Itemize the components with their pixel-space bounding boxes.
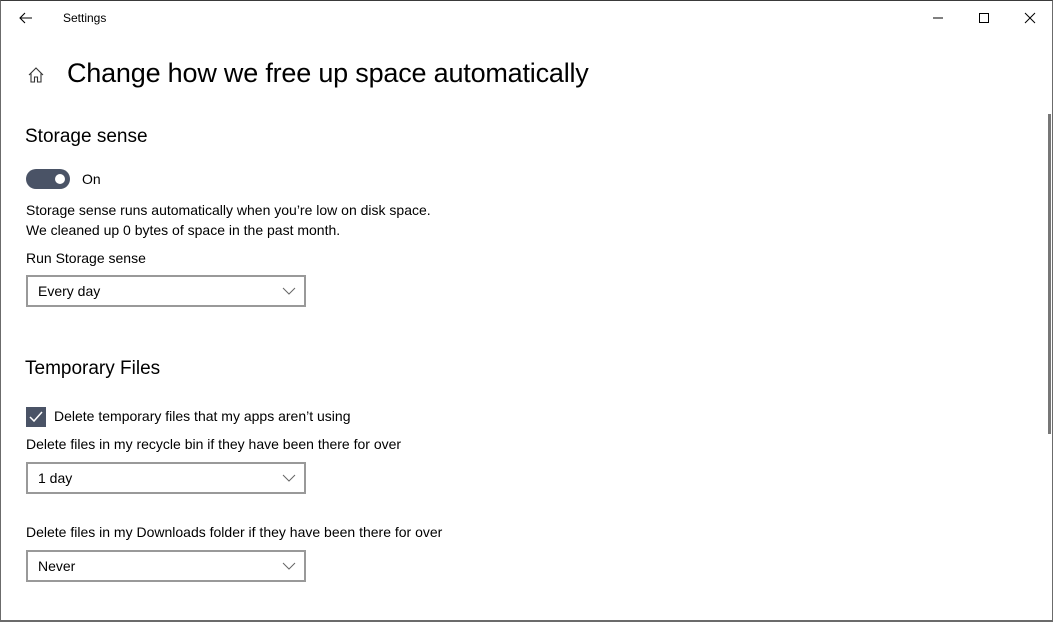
downloads-dropdown[interactable]: Never — [26, 550, 306, 582]
dropdown-value: Every day — [38, 283, 101, 299]
checkmark-icon — [29, 411, 43, 423]
delete-temp-files-label: Delete temporary files that my apps aren… — [54, 408, 351, 424]
dropdown-value: 1 day — [38, 470, 73, 486]
storage-sense-heading: Storage sense — [25, 126, 148, 147]
back-button[interactable] — [9, 3, 43, 33]
page-title: Change how we free up space automaticall… — [67, 58, 589, 88]
toggle-state-label: On — [82, 171, 101, 187]
run-storage-sense-label: Run Storage sense — [26, 250, 146, 266]
app-title: Settings — [63, 11, 107, 25]
home-icon — [28, 67, 44, 83]
temporary-files-heading: Temporary Files — [25, 358, 161, 379]
toggle-knob — [55, 174, 65, 184]
storage-sense-toggle[interactable] — [26, 169, 70, 189]
storage-sense-description: Storage sense runs automatically when yo… — [26, 202, 431, 218]
downloads-label: Delete files in my Downloads folder if t… — [26, 524, 443, 540]
cleaned-up-summary: We cleaned up 0 bytes of space in the pa… — [26, 222, 341, 238]
recycle-bin-label: Delete files in my recycle bin if they h… — [26, 436, 402, 452]
title-bar: Settings — [1, 1, 1052, 35]
scrollbar-thumb[interactable] — [1048, 114, 1051, 434]
arrow-left-icon — [19, 12, 32, 24]
minimize-button[interactable] — [915, 1, 961, 35]
dropdown-value: Never — [38, 558, 76, 574]
chevron-down-icon — [282, 562, 296, 570]
maximize-icon — [979, 13, 989, 23]
chevron-down-icon — [282, 287, 296, 295]
home-button[interactable] — [25, 64, 47, 86]
delete-temp-files-checkbox[interactable] — [26, 407, 46, 427]
maximize-button[interactable] — [961, 1, 1007, 35]
minimize-icon — [933, 17, 943, 19]
close-button[interactable] — [1007, 1, 1053, 35]
page-header: Change how we free up space automaticall… — [25, 58, 589, 91]
recycle-bin-dropdown[interactable]: 1 day — [26, 462, 306, 494]
settings-window: Settings Change how we free up space aut… — [0, 0, 1053, 622]
close-icon — [1024, 12, 1036, 24]
run-storage-sense-dropdown[interactable]: Every day — [26, 275, 306, 307]
chevron-down-icon — [282, 474, 296, 482]
